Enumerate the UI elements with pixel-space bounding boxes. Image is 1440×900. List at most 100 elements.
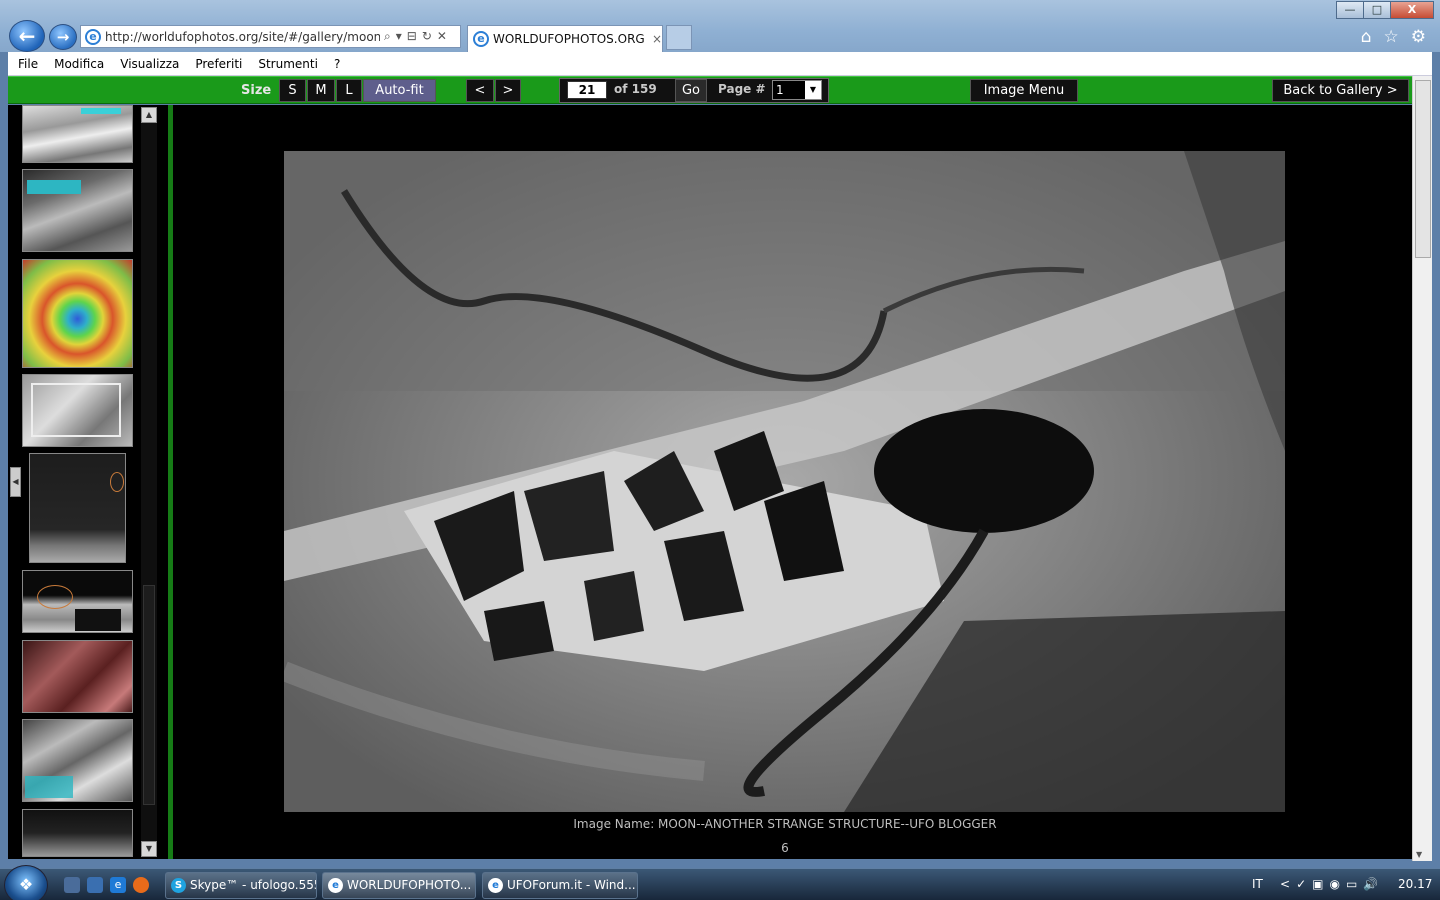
ie-icon[interactable]: e: [110, 877, 126, 893]
show-desktop-icon[interactable]: [64, 877, 80, 893]
windows-taskbar: ❖ e S Skype™ - ufologo.555 e WORLDUFOPHO…: [0, 865, 1440, 900]
refresh-icon[interactable]: ↻: [422, 29, 432, 44]
go-button[interactable]: Go: [675, 79, 707, 102]
thumbnail-overlay: [25, 776, 73, 798]
app-tray-icon[interactable]: ▣: [1312, 877, 1323, 891]
security-check-icon[interactable]: ✓: [1296, 877, 1306, 891]
compatibility-icon[interactable]: ⊟: [407, 29, 417, 44]
tab-worldufophotos[interactable]: e WORLDUFOPHOTOS.ORG /... ×: [467, 25, 663, 52]
thumbnail-overlay: [110, 472, 124, 492]
address-url[interactable]: http://worldufophotos.org/site/#/gallery…: [105, 30, 380, 44]
thumbnail[interactable]: [22, 719, 133, 802]
back-button[interactable]: ←: [9, 20, 45, 52]
page-select-value: 1: [776, 83, 784, 97]
system-tray: < ✓ ▣ ◉ ▭ 🔊: [1280, 877, 1378, 891]
search-icon[interactable]: ⌕: [384, 29, 391, 44]
tab-title: WORLDUFOPHOTOS.ORG /...: [493, 32, 648, 46]
image-caption: Image Name: MOON--ANOTHER STRANGE STRUCT…: [573, 817, 997, 831]
forward-button[interactable]: →: [49, 24, 77, 50]
home-icon[interactable]: ⌂: [1361, 27, 1372, 47]
image-page-number: 6: [781, 841, 789, 855]
taskbar-worldufophotos-label: WORLDUFOPHOTO...: [347, 878, 472, 892]
thumbnail-overlay: [31, 383, 121, 437]
page-label: Page #: [718, 82, 766, 96]
thumbnail[interactable]: [22, 259, 133, 368]
network-icon[interactable]: ▭: [1346, 877, 1357, 891]
browser-tools: ⌂ ☆ ⚙: [1361, 27, 1426, 47]
dropdown-icon[interactable]: ▾: [396, 29, 402, 44]
firefox-icon[interactable]: [133, 877, 149, 893]
new-tab-button[interactable]: [666, 25, 692, 50]
autofit-button[interactable]: Auto-fit: [363, 79, 436, 102]
size-label: Size: [241, 83, 272, 98]
scroll-down-icon[interactable]: ▼: [141, 841, 157, 857]
size-m-button[interactable]: M: [307, 79, 335, 102]
size-l-button[interactable]: L: [336, 79, 362, 102]
menu-modifica[interactable]: Modifica: [54, 57, 104, 71]
ie-page-icon: e: [85, 28, 101, 45]
page-scrollbar[interactable]: ▼: [1412, 76, 1432, 861]
taskbar-ufoforum[interactable]: e UFOForum.it - Wind...: [482, 872, 638, 899]
stop-icon[interactable]: ✕: [437, 29, 447, 44]
menu-file[interactable]: File: [18, 57, 38, 71]
menu-visualizza[interactable]: Visualizza: [120, 57, 179, 71]
image-index-input[interactable]: 21: [567, 81, 607, 99]
page-select[interactable]: 1 ▼: [772, 80, 822, 100]
address-bar[interactable]: e http://worldufophotos.org/site/#/galle…: [80, 25, 461, 48]
language-indicator[interactable]: IT: [1252, 877, 1263, 891]
scroll-down-icon[interactable]: ▼: [1416, 850, 1422, 859]
gallery-content: ◀ ▲ ▼ Image Name: MOON--ANOTHER STRANGE …: [8, 105, 1412, 859]
image-menu-button[interactable]: Image Menu: [970, 79, 1078, 102]
start-button[interactable]: ❖: [4, 865, 48, 900]
thumbnail[interactable]: [22, 570, 133, 633]
ie-icon: e: [328, 878, 343, 893]
page-scrollbar-thumb[interactable]: [1415, 80, 1431, 258]
collapse-sidebar-icon[interactable]: ◀: [10, 467, 21, 497]
show-hidden-icons-icon[interactable]: <: [1280, 877, 1290, 891]
back-to-gallery-button[interactable]: Back to Gallery >: [1272, 79, 1409, 102]
window-controls: — □ X: [1336, 1, 1434, 19]
menu-strumenti[interactable]: Strumenti: [258, 57, 318, 71]
clock[interactable]: 20.17: [1398, 877, 1432, 891]
image-count-text: of 159: [614, 82, 657, 96]
close-window-button[interactable]: X: [1390, 1, 1434, 19]
tab-close-icon[interactable]: ×: [652, 32, 662, 46]
moon-surface-image: [284, 151, 1285, 812]
thumbnail[interactable]: [22, 169, 133, 252]
taskbar-skype-label: Skype™ - ufologo.555: [190, 878, 317, 892]
size-s-button[interactable]: S: [279, 79, 306, 102]
ie-icon: e: [488, 878, 503, 893]
chevron-down-icon[interactable]: ▼: [805, 81, 821, 99]
menu-bar: File Modifica Visualizza Preferiti Strum…: [8, 52, 1432, 76]
thumbnail-overlay: [37, 585, 73, 609]
thumbnail-scrollbar[interactable]: ▲ ▼: [141, 107, 157, 857]
thumbnail[interactable]: [22, 374, 133, 447]
thumbnail[interactable]: [29, 453, 126, 563]
menu-help[interactable]: ?: [334, 57, 340, 71]
thumbnail[interactable]: [22, 105, 133, 163]
maximize-button[interactable]: □: [1363, 1, 1391, 19]
prev-image-button[interactable]: <: [466, 79, 494, 102]
gear-icon[interactable]: ⚙: [1411, 27, 1426, 47]
thumbnail-overlay: [81, 108, 121, 114]
taskbar-ufoforum-label: UFOForum.it - Wind...: [507, 878, 636, 892]
menu-preferiti[interactable]: Preferiti: [195, 57, 242, 71]
minimize-button[interactable]: —: [1336, 1, 1364, 19]
next-image-button[interactable]: >: [495, 79, 521, 102]
browser-titlebar: — □ X ← → e http://worldufophotos.org/si…: [0, 0, 1440, 52]
scroll-up-icon[interactable]: ▲: [141, 107, 157, 123]
orange-tray-icon[interactable]: ◉: [1329, 877, 1339, 891]
explorer-icon[interactable]: [87, 877, 103, 893]
taskbar-skype[interactable]: S Skype™ - ufologo.555: [165, 872, 317, 899]
volume-icon[interactable]: 🔊: [1363, 877, 1378, 891]
thumbnail[interactable]: [22, 640, 133, 713]
favorites-star-icon[interactable]: ☆: [1384, 27, 1399, 47]
thumbnail-sidebar: ◀ ▲ ▼: [8, 105, 168, 859]
thumbnail-overlay: [75, 609, 121, 631]
main-gallery-image[interactable]: [284, 151, 1285, 812]
scrollbar-thumb[interactable]: [143, 585, 155, 805]
thumbnail[interactable]: [22, 809, 133, 857]
gallery-toolbar: Size S M L Auto-fit < > 21 of 159 Go Pag…: [8, 76, 1412, 104]
address-actions: ⌕ ▾ ⊟ ↻ ✕: [384, 29, 447, 44]
taskbar-worldufophotos[interactable]: e WORLDUFOPHOTO...: [322, 872, 476, 899]
